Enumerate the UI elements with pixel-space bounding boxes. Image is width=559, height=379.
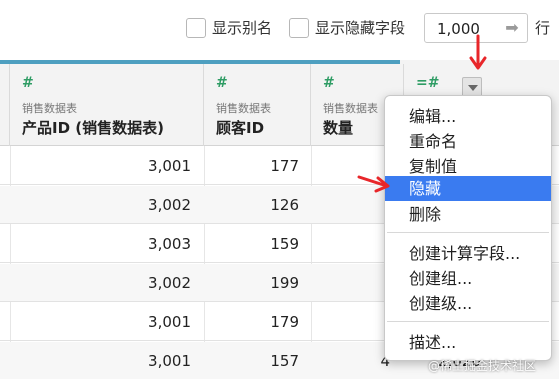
- column-header-product-id[interactable]: # 销售数据表 产品ID (销售数据表): [10, 64, 204, 146]
- cell-product-id: 3,001: [148, 352, 191, 370]
- number-type-icon[interactable]: #: [216, 75, 228, 91]
- annotation-arrow-down-icon: [469, 34, 487, 70]
- cell-product-id: 3,002: [148, 274, 191, 292]
- menu-item-create-calculated-field[interactable]: 创建计算字段...: [385, 241, 551, 266]
- annotation-arrow-right-icon: [357, 175, 390, 193]
- menu-item-edit[interactable]: 编辑...: [385, 104, 551, 129]
- menu-item-delete[interactable]: 删除: [385, 202, 551, 227]
- watermark: @稀土掘金技术社区: [428, 359, 537, 373]
- cell-customer-id: 157: [270, 352, 299, 370]
- show-hidden-fields-checkbox[interactable]: [289, 18, 309, 38]
- data-source-view: 显示别名 显示隐藏字段 1,000 ➡ 行 # 销售数据表 产品ID (销售数据…: [0, 0, 559, 379]
- column-source: 销售数据表: [216, 102, 271, 115]
- arrow-right-icon[interactable]: ➡: [503, 19, 521, 37]
- show-alias-label: 显示别名: [212, 19, 273, 37]
- column-source: 销售数据表: [323, 102, 378, 115]
- column-name: 数量: [323, 119, 354, 137]
- menu-item-rename[interactable]: 重命名: [385, 129, 551, 154]
- calculated-number-icon[interactable]: =#: [416, 75, 439, 91]
- header-gutter: [0, 64, 10, 146]
- show-alias-checkbox[interactable]: [186, 18, 206, 38]
- cell-product-id: 3,001: [148, 157, 191, 175]
- cell-customer-id: 159: [270, 235, 299, 253]
- menu-item-hide[interactable]: 隐藏: [385, 176, 551, 201]
- column-context-menu: 编辑... 重命名 复制值 隐藏 删除 创建计算字段... 创建组... 创建级…: [384, 95, 552, 361]
- number-type-icon[interactable]: #: [22, 75, 34, 91]
- show-hidden-fields-label: 显示隐藏字段: [315, 19, 406, 37]
- cell-product-id: 3,003: [148, 235, 191, 253]
- menu-item-describe[interactable]: 描述...: [385, 330, 551, 355]
- menu-item-create-hierarchy[interactable]: 创建级...: [385, 291, 551, 316]
- column-header-customer-id[interactable]: # 销售数据表 顾客ID: [204, 64, 311, 146]
- rows-unit-label: 行: [535, 19, 551, 37]
- cell-product-id: 3,002: [148, 196, 191, 214]
- column-dropdown-button[interactable]: [462, 77, 482, 97]
- menu-separator: [387, 232, 549, 233]
- cell-customer-id: 199: [270, 274, 299, 292]
- column-source: 销售数据表: [22, 102, 77, 115]
- menu-separator: [387, 321, 549, 322]
- cell-customer-id: 126: [270, 196, 299, 214]
- column-name: 产品ID (销售数据表): [22, 119, 164, 137]
- column-name: 顾客ID: [216, 119, 265, 137]
- cell-customer-id: 179: [270, 313, 299, 331]
- cell-product-id: 3,001: [148, 313, 191, 331]
- menu-item-create-group[interactable]: 创建组...: [385, 266, 551, 291]
- cell-customer-id: 177: [270, 157, 299, 175]
- number-type-icon[interactable]: #: [323, 75, 335, 91]
